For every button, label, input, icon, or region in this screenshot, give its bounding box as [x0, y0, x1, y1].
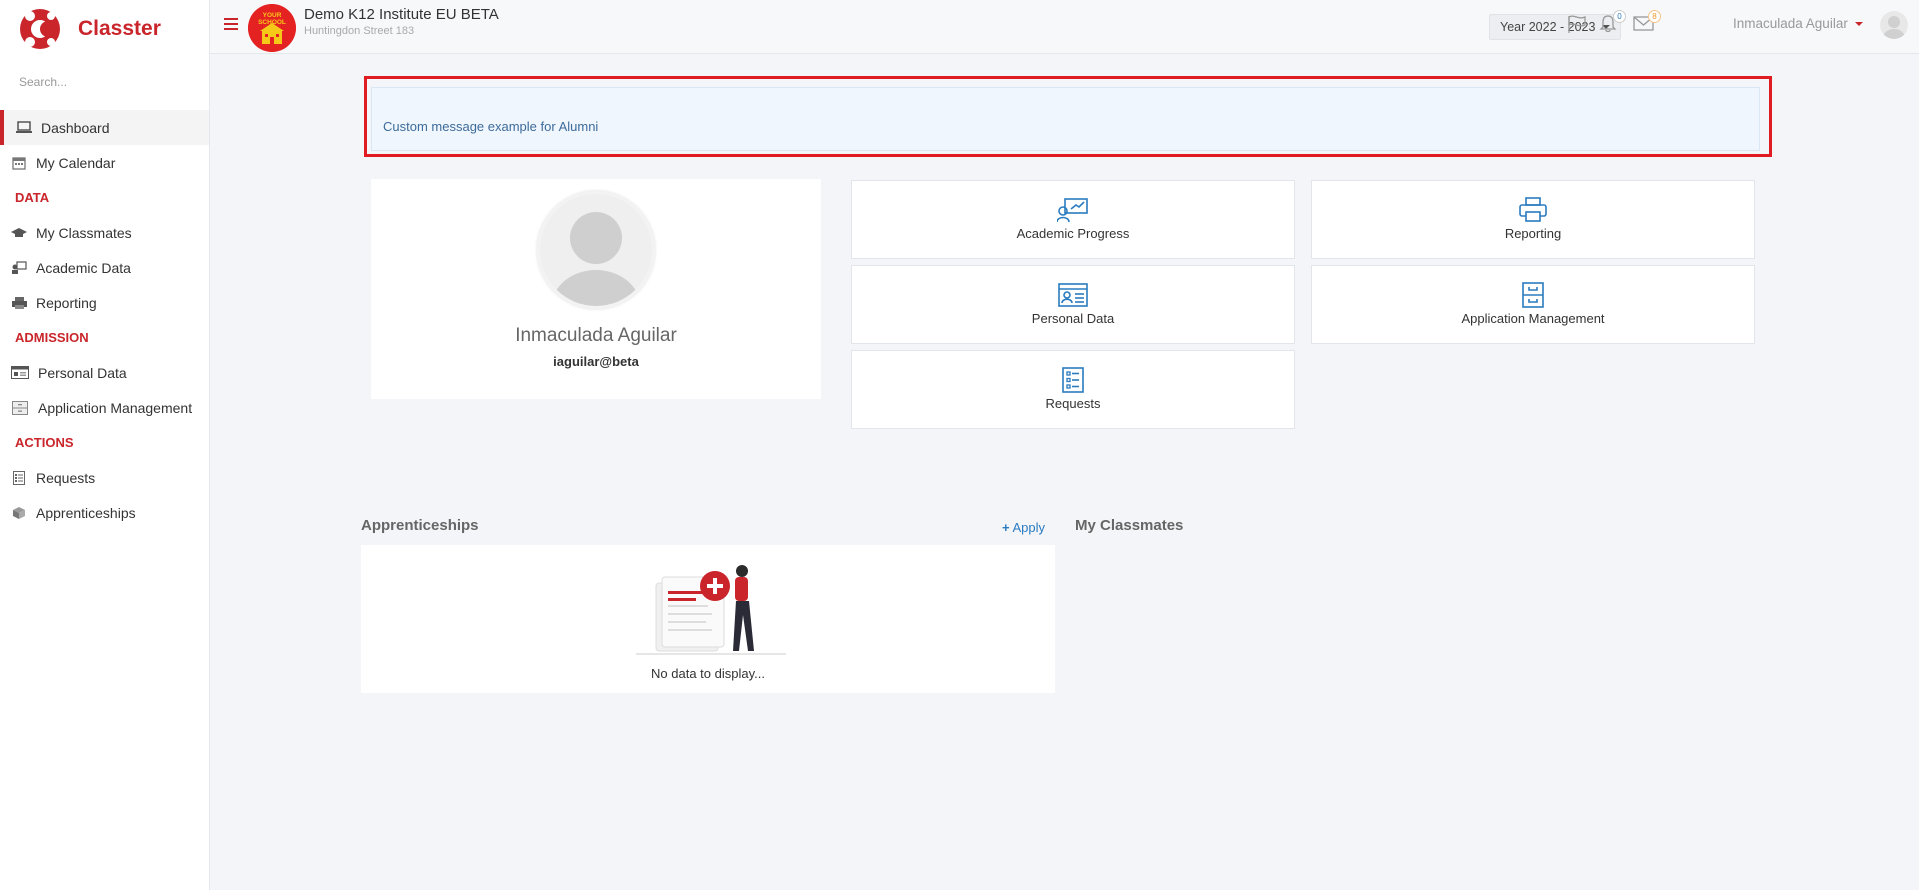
tile-personal-data[interactable]: Personal Data — [851, 265, 1295, 344]
id-card-icon — [11, 366, 29, 380]
laptop-icon — [16, 121, 32, 135]
sidebar-item-reporting[interactable]: Reporting — [0, 285, 209, 320]
flag-icon[interactable] — [1566, 14, 1588, 36]
alert-message: Custom message example for Alumni — [383, 119, 599, 134]
apprenticeships-panel: No data to display... — [361, 545, 1055, 693]
sidebar-item-personal-data[interactable]: Personal Data — [0, 355, 209, 390]
empty-state-text: No data to display... — [651, 666, 765, 681]
empty-state-illustration-icon — [636, 565, 786, 655]
nav-section-admission: ADMISSION — [15, 330, 89, 345]
apprenticeships-title: Apprenticeships — [361, 517, 479, 534]
sidebar-item-label: Dashboard — [41, 119, 110, 136]
school-name: Demo K12 Institute EU BETA — [304, 6, 499, 23]
sidebar-item-apprenticeships[interactable]: Apprenticeships — [0, 495, 209, 530]
tile-label: Academic Progress — [1016, 226, 1130, 241]
envelope-icon[interactable]: 8 — [1633, 10, 1661, 36]
school-logo[interactable]: YOUR SCHOOL — [248, 4, 296, 52]
user-board-icon — [11, 260, 27, 275]
graduation-cap-icon — [11, 226, 27, 240]
tile-requests[interactable]: Requests — [851, 350, 1295, 429]
school-address: Huntingdon Street 183 — [304, 25, 415, 37]
printer-icon — [11, 296, 27, 310]
top-header: YOUR SCHOOL Demo K12 Institute EU BETA H… — [210, 0, 1919, 54]
apply-label: Apply — [1012, 520, 1046, 535]
nav-section-data: DATA — [15, 190, 50, 205]
sidebar-item-label: Personal Data — [38, 364, 127, 381]
sidebar-item-label: Requests — [36, 469, 96, 486]
sidebar-item-label: Academic Data — [36, 259, 131, 276]
sidebar-item-requests[interactable]: Requests — [0, 460, 209, 495]
checklist-icon — [1062, 367, 1084, 393]
academic-progress-icon — [1057, 198, 1088, 223]
printer-icon — [1519, 197, 1547, 222]
list-icon — [11, 470, 27, 485]
user-avatar-icon — [552, 212, 640, 306]
sidebar-item-my-classmates[interactable]: My Classmates — [0, 215, 209, 250]
profile-email: iaguilar@beta — [553, 354, 639, 369]
sidebar-item-academic-data[interactable]: Academic Data — [0, 250, 209, 285]
box-icon — [11, 506, 27, 520]
user-menu[interactable]: Inmaculada Aguilar — [1733, 16, 1869, 31]
tile-label: Reporting — [1504, 226, 1562, 241]
user-avatar-icon — [1883, 16, 1905, 39]
tile-label: Requests — [1045, 396, 1101, 411]
user-name: Inmaculada Aguilar — [1733, 16, 1848, 31]
avatar[interactable] — [1880, 11, 1908, 39]
tile-application-management[interactable]: Application Management — [1311, 265, 1755, 344]
apply-button[interactable]: + Apply — [1002, 520, 1045, 535]
plus-icon: + — [1002, 520, 1010, 535]
sidebar-nav: Dashboard My Calendar DATA My Classmates… — [0, 110, 209, 530]
search-input[interactable]: Search... — [0, 70, 209, 94]
sidebar-item-label: Reporting — [36, 294, 97, 311]
bell-icon[interactable]: 0 — [1598, 10, 1626, 36]
brand-name: Classter — [78, 17, 161, 40]
sidebar-item-dashboard[interactable]: Dashboard — [0, 110, 209, 145]
avatar[interactable] — [537, 191, 655, 309]
messages-badge: 8 — [1648, 10, 1661, 23]
sidebar-item-label: Application Management — [38, 399, 193, 416]
profile-name: Inmaculada Aguilar — [515, 325, 677, 346]
chevron-down-icon — [1854, 21, 1863, 26]
sidebar-item-label: Apprenticeships — [36, 504, 136, 521]
my-classmates-title: My Classmates — [1075, 517, 1184, 534]
nav-section-actions: ACTIONS — [15, 435, 74, 450]
classter-logo-icon — [20, 9, 60, 49]
cabinet-icon — [11, 400, 29, 415]
tile-reporting[interactable]: Reporting — [1311, 180, 1755, 259]
notifications-badge: 0 — [1613, 10, 1626, 23]
sidebar-item-label: My Classmates — [36, 224, 132, 241]
tile-label: Application Management — [1461, 311, 1605, 326]
tile-academic-progress[interactable]: Academic Progress — [851, 180, 1295, 259]
menu-toggle-icon[interactable] — [224, 18, 238, 30]
school-logo-text: YOUR SCHOOL — [258, 12, 286, 26]
cabinet-icon — [1522, 282, 1544, 308]
id-card-icon — [1058, 283, 1088, 307]
calendar-icon — [11, 156, 27, 170]
sidebar-item-my-calendar[interactable]: My Calendar — [0, 145, 209, 180]
tile-label: Personal Data — [1031, 311, 1115, 326]
sidebar: Classter Search... Dashboard My Calendar… — [0, 0, 210, 890]
sidebar-item-label: My Calendar — [36, 154, 116, 171]
profile-card: Inmaculada Aguilar iaguilar@beta — [371, 179, 821, 399]
alert-banner: Custom message example for Alumni — [371, 87, 1760, 151]
sidebar-item-application-management[interactable]: Application Management — [0, 390, 209, 425]
brand[interactable]: Classter — [0, 0, 209, 58]
